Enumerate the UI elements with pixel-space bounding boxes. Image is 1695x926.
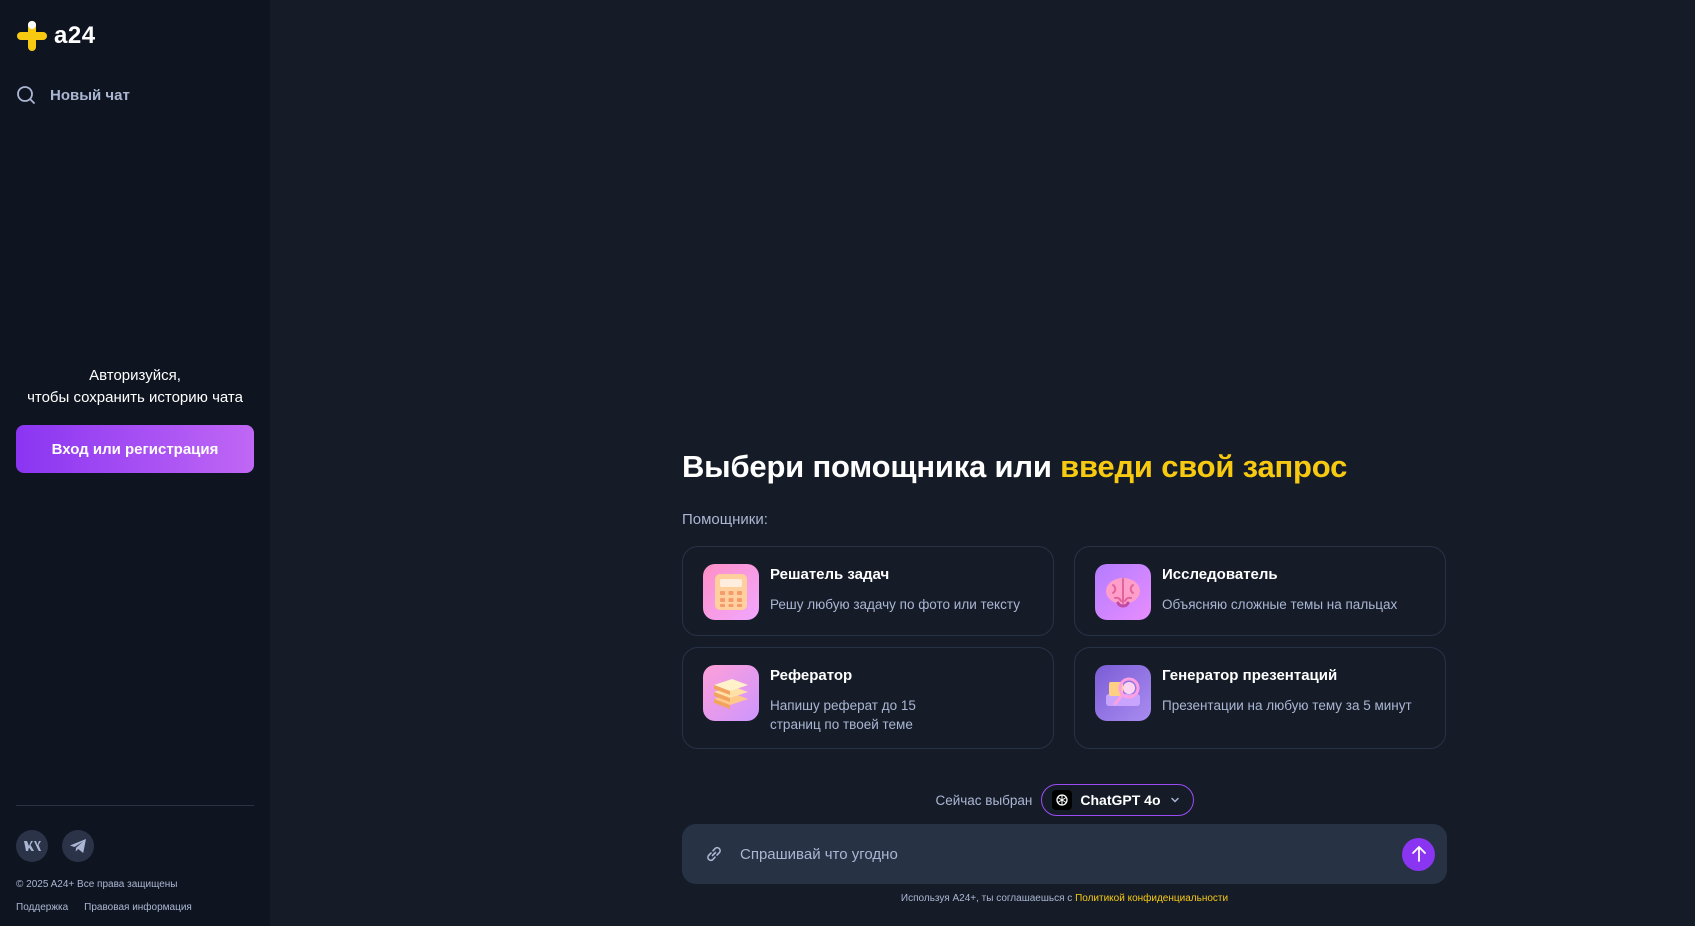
paperclip-icon [707, 846, 721, 862]
privacy-disclaimer: Используя A24+, ты соглашаешься с Полити… [682, 893, 1447, 904]
auth-prompt-line2: чтобы сохранить историю чата [27, 389, 243, 406]
openai-icon [1052, 790, 1073, 810]
helper-title: Рефератор [770, 667, 853, 684]
model-selector-row: Сейчас выбран ChatGPT 4o [682, 784, 1447, 816]
arrow-up-icon [1411, 846, 1426, 862]
helper-title: Генератор презентаций [1162, 667, 1338, 684]
model-label: Сейчас выбран [935, 792, 1033, 808]
helper-desc-line2: страниц по твоей теме [770, 717, 913, 732]
helper-card-solver[interactable]: Решатель задач Решу любую задачу по фото… [682, 546, 1054, 636]
auth-prompt: Авторизуйся, чтобы сохранить историю чат… [16, 365, 254, 409]
prompt-bar [682, 824, 1447, 884]
copyright: © 2025 A24+ Все права защищены [16, 879, 178, 890]
app: a24 Новый чат Авторизуйся, чтобы сохрани… [0, 0, 1695, 926]
helper-card-text: Решатель задач Решу любую задачу по фото… [770, 564, 1020, 618]
main-area: Выбери помощника или введи свой запрос П… [270, 0, 1695, 926]
a24-cross-icon [17, 21, 47, 51]
auth-prompt-line1: Авторизуйся, [89, 367, 181, 384]
helper-desc-line1: Напишу реферат до 15 [770, 698, 916, 713]
chevron-down-icon [1170, 797, 1179, 803]
privacy-policy-link[interactable]: Политикой конфиденциальности [1075, 893, 1228, 904]
books-icon [703, 665, 759, 721]
vk-icon [24, 841, 41, 851]
legal-link[interactable]: Правовая информация [84, 902, 192, 913]
helper-card-researcher[interactable]: Исследователь Объясняю сложные темы на п… [1074, 546, 1446, 636]
attach-button[interactable] [702, 842, 726, 866]
helper-card-presentation[interactable]: Генератор презентаций Презентации на люб… [1074, 647, 1446, 749]
helper-title: Исследователь [1162, 566, 1278, 583]
helper-card-text: Исследователь Объясняю сложные темы на п… [1162, 564, 1397, 618]
helper-card-essay[interactable]: Рефератор Напишу реферат до 15 страниц п… [682, 647, 1054, 749]
model-name: ChatGPT 4o [1080, 792, 1161, 808]
prompt-input[interactable] [740, 845, 1402, 863]
telegram-icon [70, 839, 86, 853]
new-chat-button[interactable]: Новый чат [16, 85, 130, 105]
helper-title: Решатель задач [770, 566, 890, 583]
helpers-grid: Решатель задач Решу любую задачу по фото… [682, 546, 1447, 749]
login-button[interactable]: Вход или регистрация [16, 425, 254, 473]
presentation-icon [1095, 665, 1151, 721]
helpers-section: Выбери помощника или введи свой запрос П… [682, 440, 1447, 749]
send-button[interactable] [1402, 837, 1435, 871]
helper-desc: Решу любую задачу по фото или тексту [770, 597, 1020, 612]
sidebar-divider [16, 805, 254, 806]
helper-card-text: Генератор презентаций Презентации на люб… [1162, 665, 1412, 731]
helper-desc: Напишу реферат до 15 страниц по твоей те… [770, 696, 916, 734]
support-link[interactable]: Поддержка [16, 902, 68, 913]
telegram-button[interactable] [62, 830, 94, 862]
model-select[interactable]: ChatGPT 4o [1041, 784, 1194, 816]
title-accent: введи свой запрос [1060, 449, 1348, 484]
new-chat-label: Новый чат [50, 86, 130, 104]
brain-icon [1095, 564, 1151, 620]
vk-button[interactable] [16, 830, 48, 862]
search-icon [17, 86, 35, 104]
disclaimer-text: Используя A24+, ты соглашаешься с [900, 893, 1076, 904]
page-title: Выбери помощника или введи свой запрос [682, 440, 1447, 494]
helper-card-text: Рефератор Напишу реферат до 15 страниц п… [770, 665, 916, 734]
footer-links: Поддержка Правовая информация [16, 902, 192, 913]
calculator-icon [703, 564, 759, 620]
helper-desc: Объясняю сложные темы на пальцах [1162, 597, 1398, 612]
title-text: Выбери помощника или [682, 449, 1061, 484]
social-links [16, 830, 94, 862]
helper-desc: Презентации на любую тему за 5 минут [1162, 698, 1412, 713]
logo[interactable]: a24 [16, 20, 96, 52]
helpers-label: Помощники: [682, 511, 768, 528]
logo-text: a24 [54, 22, 96, 49]
sidebar: a24 Новый чат Авторизуйся, чтобы сохрани… [0, 0, 270, 926]
